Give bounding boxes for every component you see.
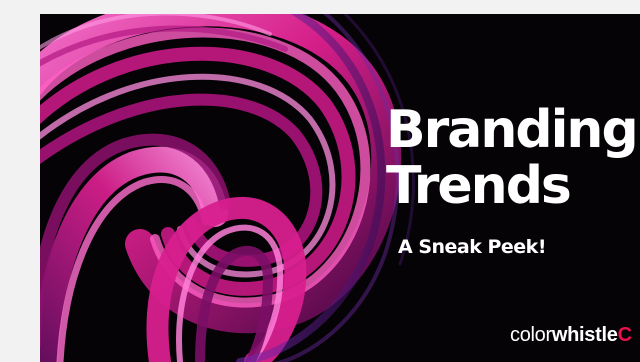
title-line-branding: Branding: [386, 100, 639, 160]
logo-mark-icon: C: [617, 324, 632, 346]
logo-word-whistle: whistle: [551, 324, 618, 346]
banner-title: Branding Trends: [386, 100, 639, 216]
logo-word-color: color: [510, 324, 552, 346]
colorwhistle-logo: colorwhistleC: [510, 324, 632, 347]
banner-subtitle: A Sneak Peek!: [398, 236, 547, 258]
branding-trends-banner: Branding Trends A Sneak Peek! colorwhist…: [40, 14, 640, 362]
page: Branding Trends A Sneak Peek! colorwhist…: [0, 0, 640, 362]
title-line-trends: Trends: [386, 156, 572, 216]
